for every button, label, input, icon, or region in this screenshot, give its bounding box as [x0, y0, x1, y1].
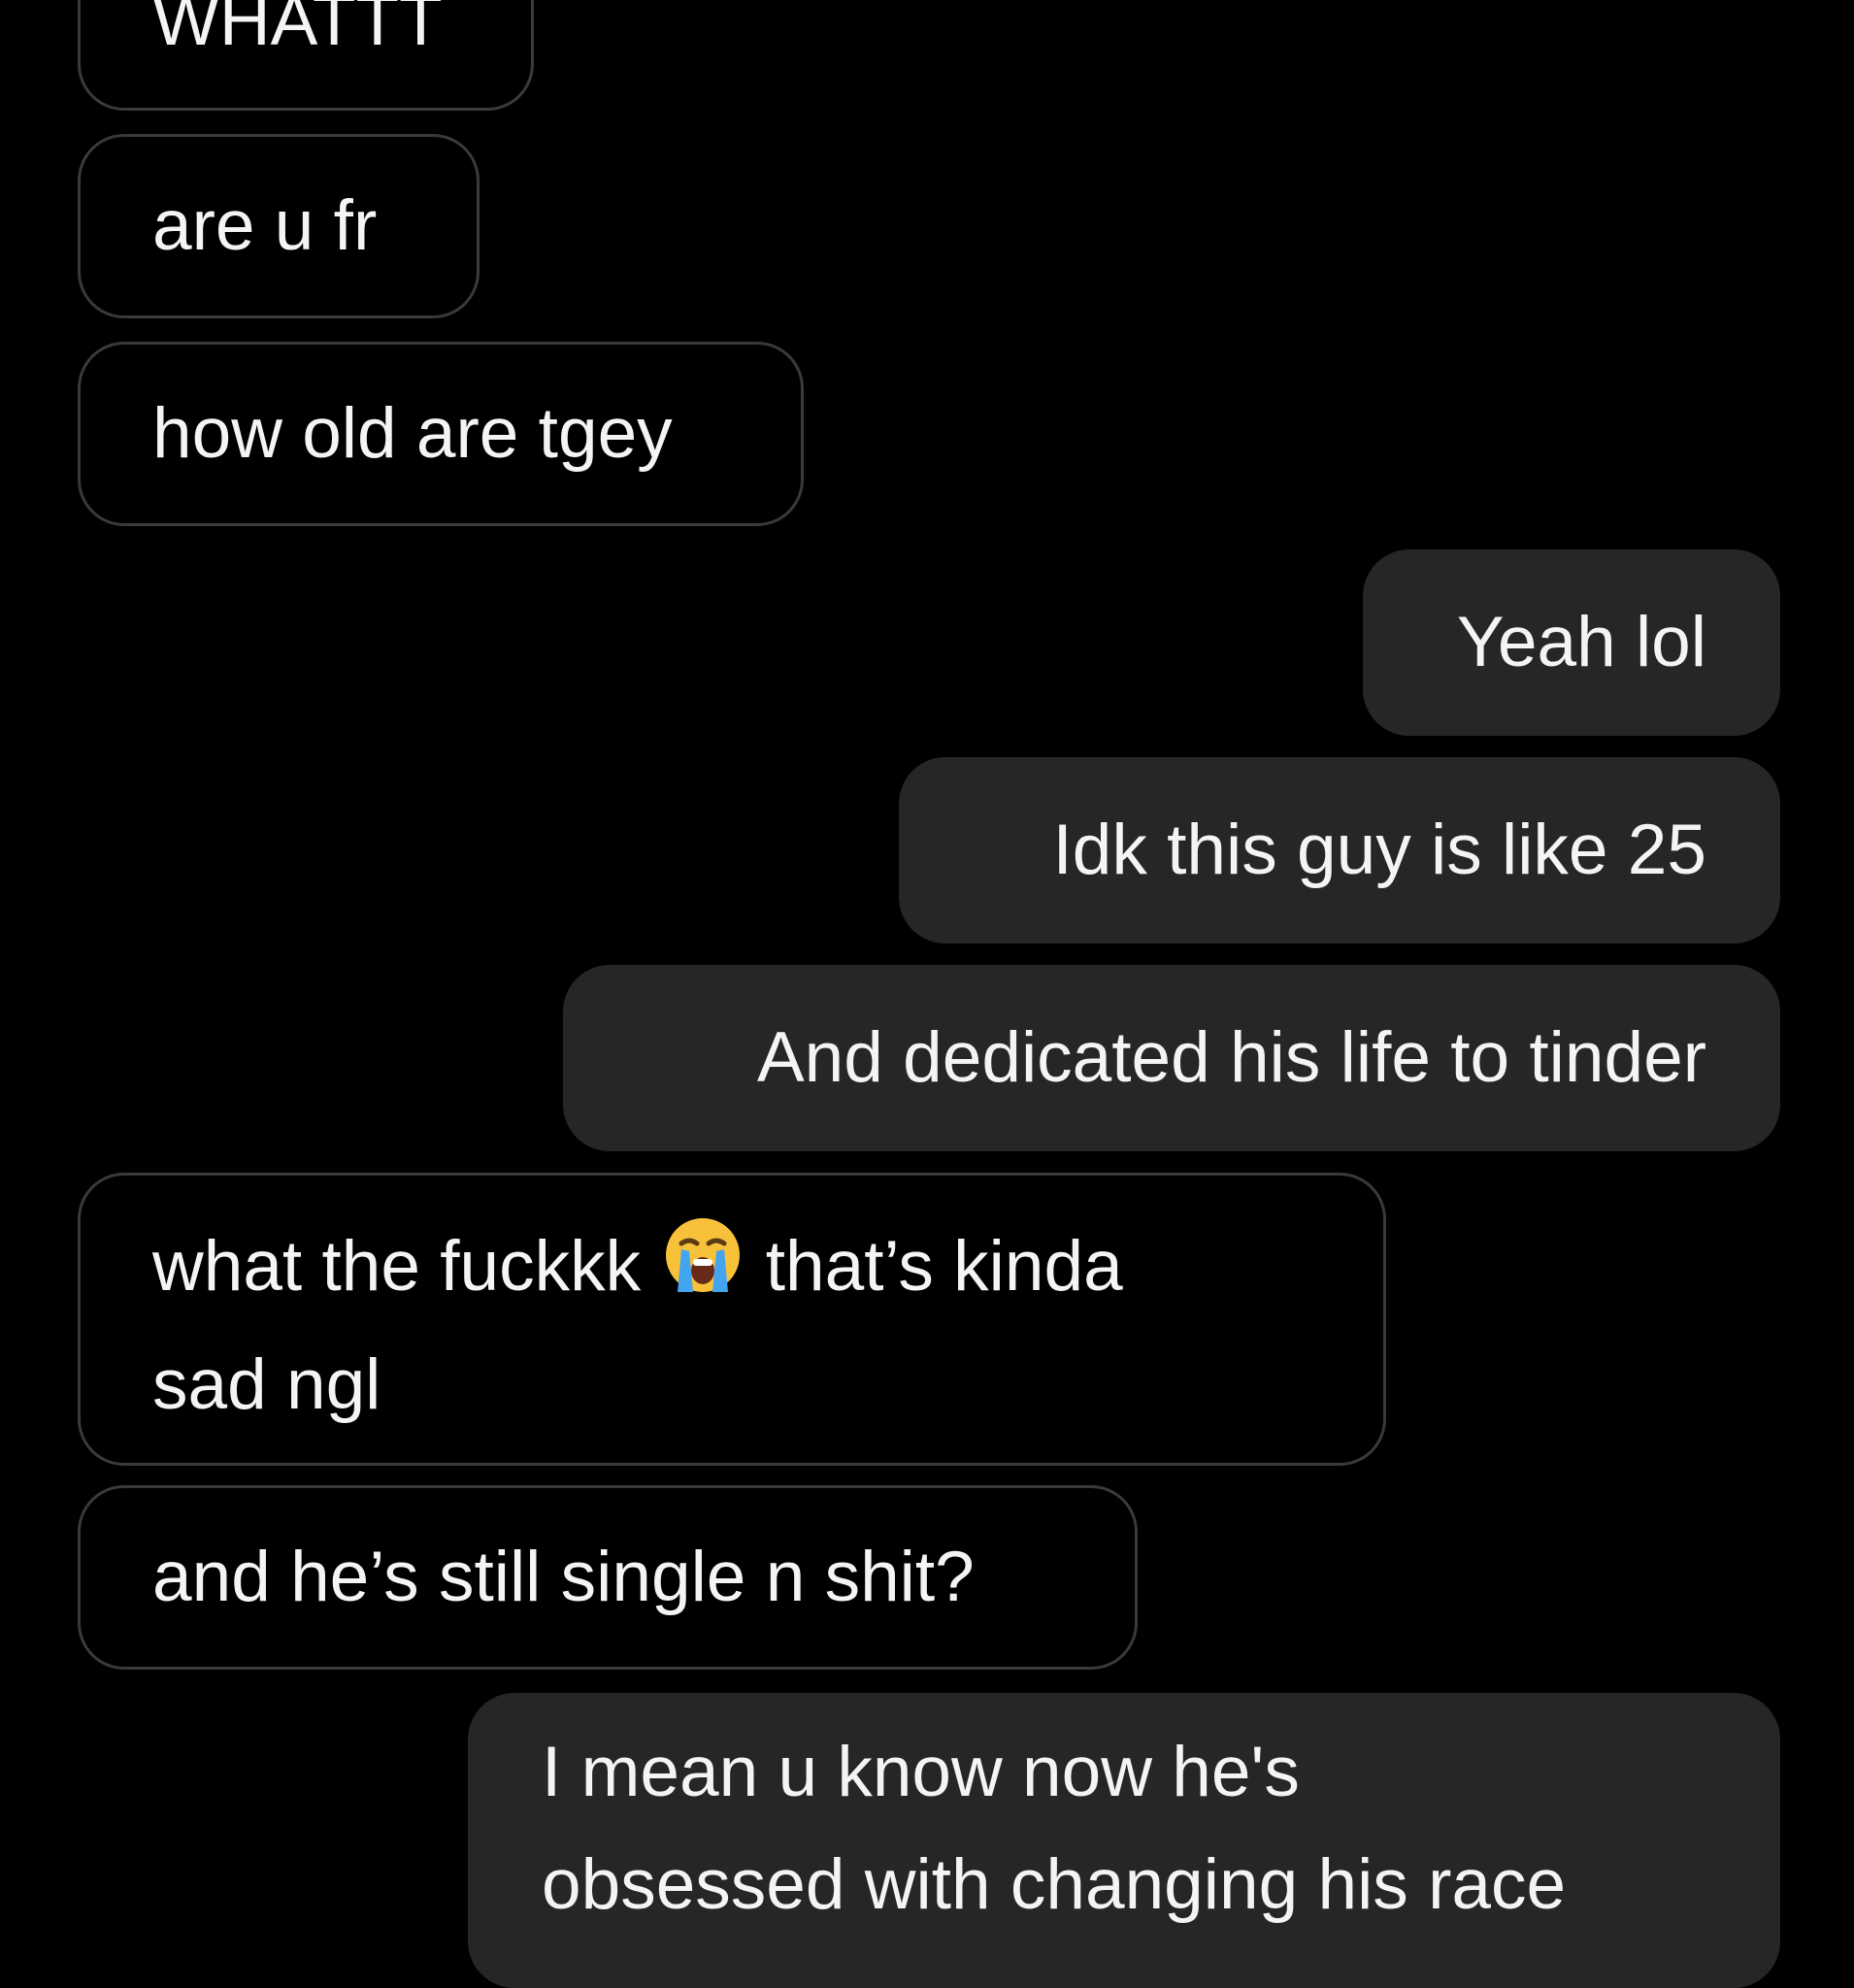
message-line: what the fuckkk that’s kinda — [152, 1210, 1383, 1331]
loudly-crying-face-icon — [660, 1212, 745, 1331]
outgoing-message-bubble[interactable]: Yeah lol — [1363, 549, 1780, 736]
message-text: and he’s still single n shit? — [152, 1538, 975, 1616]
message-text: that’s kinda — [765, 1227, 1123, 1306]
incoming-message-bubble[interactable]: WHATTT — [78, 0, 534, 111]
message-line: I mean u know now he's — [542, 1733, 1300, 1811]
incoming-message-bubble[interactable]: what the fuckkk that’s kinda sad ngl — [78, 1173, 1386, 1466]
message-text: WHATTT — [152, 0, 443, 60]
message-line: sad ngl — [152, 1344, 381, 1424]
message-text: And dedicated his life to tinder — [756, 1018, 1706, 1097]
message-text: what the fuckkk — [152, 1227, 642, 1306]
message-line: obsessed with changing his race — [542, 1845, 1567, 1924]
incoming-message-bubble[interactable]: how old are tgey — [78, 342, 804, 526]
outgoing-message-bubble[interactable]: And dedicated his life to tinder — [563, 965, 1780, 1151]
message-text: are u fr — [152, 186, 378, 265]
incoming-message-bubble[interactable]: are u fr — [78, 134, 480, 318]
incoming-message-bubble[interactable]: and he’s still single n shit? — [78, 1485, 1138, 1670]
message-text: Yeah lol — [1456, 603, 1706, 681]
outgoing-message-bubble[interactable]: I mean u know now he's obsessed with cha… — [468, 1693, 1780, 1988]
chat-thread[interactable]: WHATTT are u fr how old are tgey Yeah lo… — [0, 0, 1854, 1988]
message-text: Idk this guy is like 25 — [1052, 811, 1706, 889]
message-text: how old are tgey — [152, 394, 673, 473]
outgoing-message-bubble[interactable]: Idk this guy is like 25 — [899, 757, 1780, 944]
